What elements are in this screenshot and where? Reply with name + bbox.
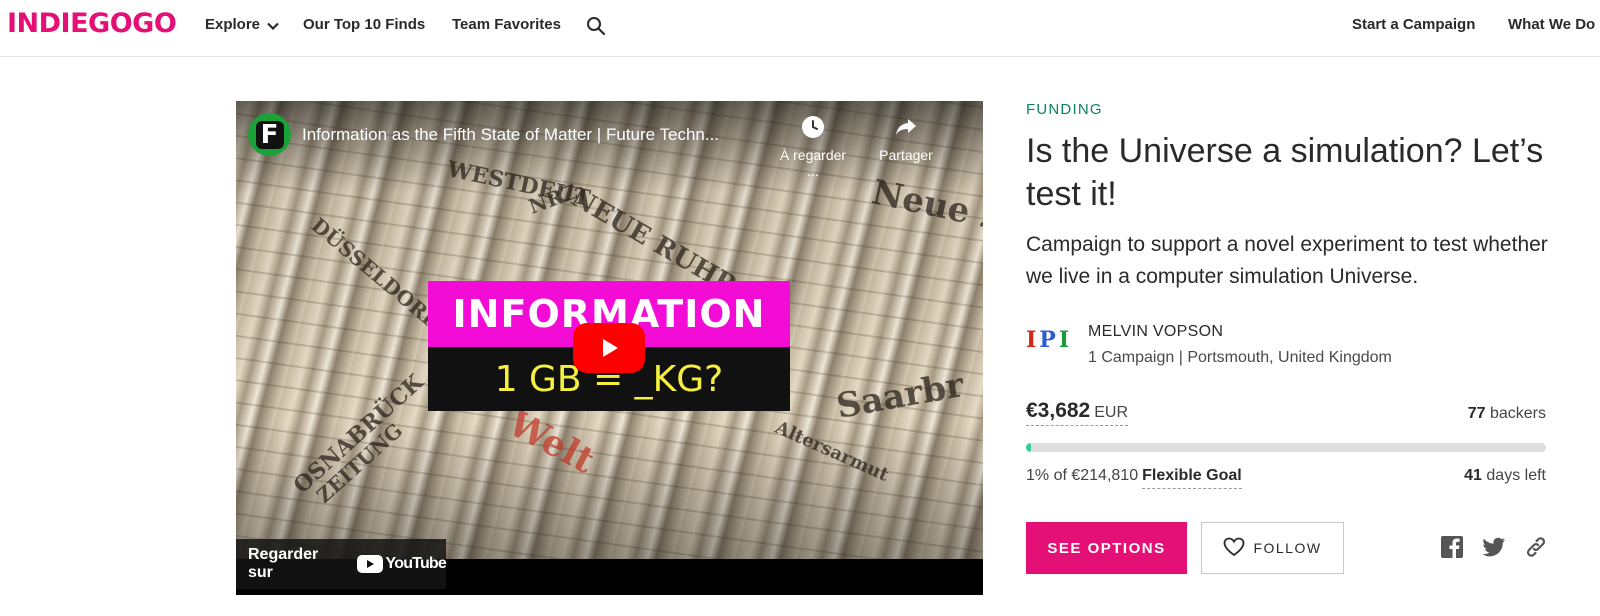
share-label: Partager [879,147,933,163]
flexible-goal-link[interactable]: Flexible Goal [1142,467,1242,489]
watch-later-label: À regarder ... [779,147,847,179]
share-video-button[interactable]: Partager [866,115,946,163]
owner-name[interactable]: MELVIN VOPSON [1088,323,1223,341]
search-icon[interactable] [586,16,606,36]
nav-start-a-campaign[interactable]: Start a Campaign [1352,16,1475,33]
funding-progress-bar [1026,443,1546,452]
funds-raised-row: €3,682 EUR 77 backers [1026,399,1546,429]
indiegogo-logo[interactable]: INDIEGOGO [7,8,177,39]
top-nav-bar: INDIEGOGO Explore Our Top 10 Finds Team … [0,0,1600,57]
campaign-info-panel: FUNDING Is the Universe a simulation? Le… [1026,101,1554,574]
nav-team-favorites[interactable]: Team Favorites [452,16,561,33]
clock-icon [773,115,853,139]
backers-count: 77 backers [1467,405,1546,422]
goal-row: 1% of €214,810 Flexible Goal 41 days left [1026,467,1546,495]
link-icon[interactable] [1524,535,1548,559]
campaign-tagline: Campaign to support a novel experiment t… [1026,233,1548,288]
follow-button[interactable]: FOLLOW [1201,522,1344,574]
youtube-icon: YouTube [356,555,447,573]
days-left: 41 days left [1464,467,1546,484]
youtube-label: YouTube [385,555,447,572]
twitter-icon[interactable] [1482,535,1506,559]
heart-icon [1223,537,1245,560]
channel-avatar[interactable]: F [248,113,291,156]
share-icon [866,115,946,139]
amount-raised[interactable]: €3,682 EUR [1026,399,1129,426]
channel-badge-letter: F [255,120,284,150]
facebook-icon[interactable] [1440,535,1464,559]
chevron-down-icon [267,17,279,34]
owner-meta: 1 Campaign | Portsmouth, United Kingdom [1088,349,1392,366]
amount-raised-value: €3,682 [1026,399,1091,422]
watch-later-button[interactable]: À regarder ... [773,115,853,179]
follow-label: FOLLOW [1253,540,1322,556]
campaign-category: FUNDING [1026,101,1103,118]
nav-explore-label: Explore [205,16,261,33]
owner-avatar[interactable]: IPI [1026,327,1078,353]
goal-text: 1% of €214,810 [1026,467,1139,484]
nav-top-10-finds[interactable]: Our Top 10 Finds [303,16,425,33]
watch-on-label: Regarder sur [248,546,319,581]
campaign-title: Is the Universe a simulation? Let’s test… [1026,132,1544,213]
play-icon[interactable] [573,323,645,373]
funding-goal: 1% of €214,810 Flexible Goal [1026,467,1242,489]
amount-raised-currency: EUR [1094,404,1129,421]
watch-on-youtube-button[interactable]: Regarder sur YouTube [236,539,447,589]
campaign-video-player[interactable]: WESTDEUT NRZ NEUE RUHR DÜSSELDORF OSNABR… [236,101,983,595]
funding-progress-fill [1026,443,1032,452]
see-options-button[interactable]: SEE OPTIONS [1026,522,1187,574]
campaign-owner[interactable]: IPI MELVIN VOPSON 1 Campaign | Portsmout… [1026,319,1546,369]
nav-what-we-do[interactable]: What We Do [1508,16,1595,33]
nav-explore[interactable]: Explore [205,16,279,34]
video-title[interactable]: Information as the Fifth State of Matter… [302,125,719,145]
